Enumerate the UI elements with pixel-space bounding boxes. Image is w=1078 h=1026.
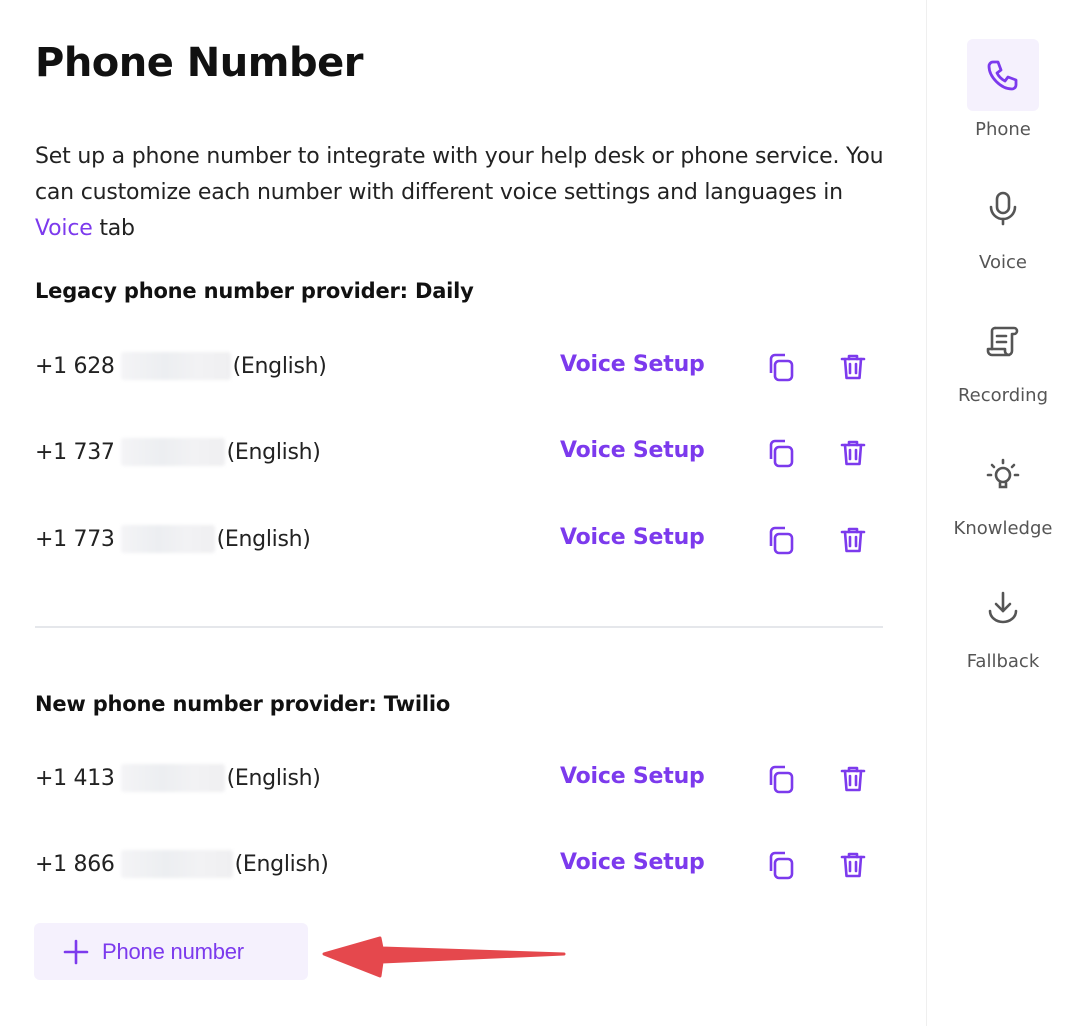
phone-number: +1 628 (English) [35,352,327,380]
voice-setup-link[interactable]: Voice Setup [560,764,705,789]
sidebar-item-label: Phone [975,119,1031,140]
phone-language: (English) [232,353,327,379]
phone-number: +1 737 (English) [35,438,321,466]
page-description: Set up a phone number to integrate with … [35,139,905,247]
plus-icon [62,938,90,966]
phone-prefix: +1 628 [35,353,115,379]
trash-icon[interactable] [837,437,869,469]
add-phone-number-button[interactable]: Phone number [34,923,308,980]
lightbulb-icon [967,438,1039,510]
main-panel: Phone Number Set up a phone number to in… [0,0,926,1026]
sidebar-item-recording[interactable]: Recording [927,305,1078,425]
sidebar-item-label: Voice [979,252,1027,273]
section-divider [35,626,883,628]
phone-language: (English) [226,439,321,465]
phone-row: +1 413 (English) Voice Setup [35,756,880,800]
scroll-icon [967,305,1039,377]
phone-prefix: +1 737 [35,439,115,465]
phone-language: (English) [216,526,311,552]
phone-row: +1 773 (English) Voice Setup [35,517,880,561]
redacted-digits [120,525,215,553]
microphone-icon [967,172,1039,244]
voice-tab-link[interactable]: Voice [35,216,93,241]
phone-number: +1 866 (English) [35,850,329,878]
redacted-digits [120,352,231,380]
add-phone-number-label: Phone number [102,938,244,964]
twilio-provider-title: New phone number provider: Twilio [35,692,451,716]
sidebar-item-phone[interactable]: Phone [927,39,1078,159]
redacted-digits [120,764,225,792]
phone-prefix: +1 773 [35,526,115,552]
copy-icon[interactable] [765,351,797,383]
phone-language: (English) [234,851,329,877]
copy-icon[interactable] [765,763,797,795]
voice-setup-link[interactable]: Voice Setup [560,438,705,463]
phone-row: +1 628 (English) Voice Setup [35,344,880,388]
trash-icon[interactable] [837,351,869,383]
phone-prefix: +1 413 [35,765,115,791]
phone-number: +1 773 (English) [35,525,311,553]
trash-icon[interactable] [837,524,869,556]
copy-icon[interactable] [765,524,797,556]
redacted-digits [120,850,233,878]
annotation-arrow-icon [322,936,566,978]
legacy-provider-title: Legacy phone number provider: Daily [35,279,474,303]
phone-number: +1 413 (English) [35,764,321,792]
page-title: Phone Number [35,40,363,86]
copy-icon[interactable] [765,849,797,881]
description-text: Set up a phone number to integrate with … [35,144,884,205]
trash-icon[interactable] [837,763,869,795]
phone-prefix: +1 866 [35,851,115,877]
phone-language: (English) [226,765,321,791]
download-icon [967,571,1039,643]
description-text-end: tab [92,216,135,241]
voice-setup-link[interactable]: Voice Setup [560,525,705,550]
voice-setup-link[interactable]: Voice Setup [560,352,705,377]
sidebar-item-label: Recording [957,385,1049,406]
copy-icon[interactable] [765,437,797,469]
redacted-digits [120,438,225,466]
sidebar-item-label: Knowledge [953,518,1053,539]
phone-row: +1 866 (English) Voice Setup [35,842,880,886]
sidebar-item-fallback[interactable]: Fallback [927,571,1078,691]
voice-setup-link[interactable]: Voice Setup [560,850,705,875]
phone-icon [967,39,1039,111]
trash-icon[interactable] [837,849,869,881]
sidebar: Phone Voice Recording Knowledge Fallback [926,0,1078,1026]
sidebar-item-label: Fallback [966,651,1040,672]
sidebar-item-voice[interactable]: Voice [927,172,1078,292]
phone-row: +1 737 (English) Voice Setup [35,430,880,474]
sidebar-item-knowledge[interactable]: Knowledge [927,438,1078,558]
